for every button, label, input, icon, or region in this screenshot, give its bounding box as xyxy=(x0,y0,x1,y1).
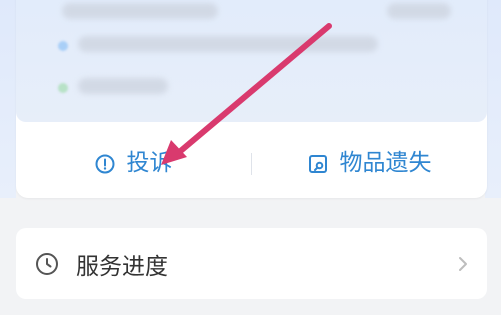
service-progress-row[interactable]: 服务进度 xyxy=(16,228,487,299)
complaint-button[interactable]: 投诉 xyxy=(16,152,251,175)
right-edge-decoration xyxy=(485,0,501,198)
blurred-address xyxy=(78,36,378,52)
blurred-order-date xyxy=(62,3,218,19)
blurred-order-badge xyxy=(387,3,451,19)
lost-item-button[interactable]: 物品遗失 xyxy=(252,152,487,175)
order-action-bar: 投诉 物品遗失 xyxy=(16,136,487,191)
left-edge-decoration xyxy=(0,0,16,198)
lost-item-label: 物品遗失 xyxy=(339,150,432,176)
clock-icon xyxy=(34,251,60,277)
order-info-panel xyxy=(16,0,487,122)
start-location-dot xyxy=(58,41,68,51)
search-document-icon xyxy=(308,154,328,174)
chevron-right-icon xyxy=(457,256,469,272)
service-progress-label: 服务进度 xyxy=(76,253,168,280)
alert-circle-icon xyxy=(95,154,115,174)
end-location-dot xyxy=(58,83,68,93)
blurred-destination xyxy=(78,78,168,94)
complaint-label: 投诉 xyxy=(126,150,173,176)
